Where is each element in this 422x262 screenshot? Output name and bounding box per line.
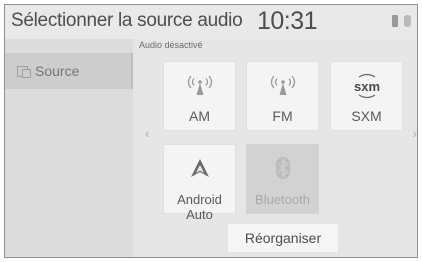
source-tile-bluetooth[interactable]: Bluetooth xyxy=(246,144,319,214)
tile-label: AM xyxy=(189,108,210,124)
page-left-arrow[interactable]: ‹ xyxy=(145,125,150,141)
source-tile-fm[interactable]: FM xyxy=(246,61,319,131)
audio-status-text: Audio désactivé xyxy=(139,40,203,50)
source-tile-am[interactable]: AM xyxy=(163,61,236,131)
android-auto-icon xyxy=(164,155,235,188)
sidebar-item-source[interactable]: Source xyxy=(5,53,133,89)
tile-label: Android Auto xyxy=(177,192,222,222)
source-tile-sxm[interactable]: sxm SXM xyxy=(330,61,403,131)
page-title: Sélectionner la source audio xyxy=(11,10,243,31)
svg-text:sxm: sxm xyxy=(353,79,379,94)
header-bar: Sélectionner la source audio 10:31 xyxy=(5,5,417,39)
tile-label: SXM xyxy=(351,108,382,124)
page-right-arrow[interactable]: › xyxy=(412,125,417,141)
bluetooth-icon xyxy=(247,155,318,188)
radio-signal-icon xyxy=(164,72,235,103)
source-tile-android-auto[interactable]: Android Auto xyxy=(163,144,236,222)
tile-label: FM xyxy=(272,108,293,124)
status-icons xyxy=(392,15,411,27)
clock: 10:31 xyxy=(257,7,318,35)
reorganize-button[interactable]: Réorganiser xyxy=(227,223,339,253)
tile-label: Bluetooth xyxy=(255,192,310,207)
bluetooth-status-icon xyxy=(404,15,411,27)
sidebar-item-label: Source xyxy=(35,63,80,79)
signal-status-icon xyxy=(392,15,398,27)
source-icon xyxy=(15,64,33,78)
sidebar: Source xyxy=(5,39,133,257)
source-grid: Audio désactivé ‹ › AM FM sxm SXM Androi… xyxy=(133,39,417,257)
audio-source-screen: Sélectionner la source audio 10:31 Sourc… xyxy=(4,4,418,258)
radio-signal-icon xyxy=(247,72,318,103)
sxm-logo-icon: sxm xyxy=(331,72,402,105)
